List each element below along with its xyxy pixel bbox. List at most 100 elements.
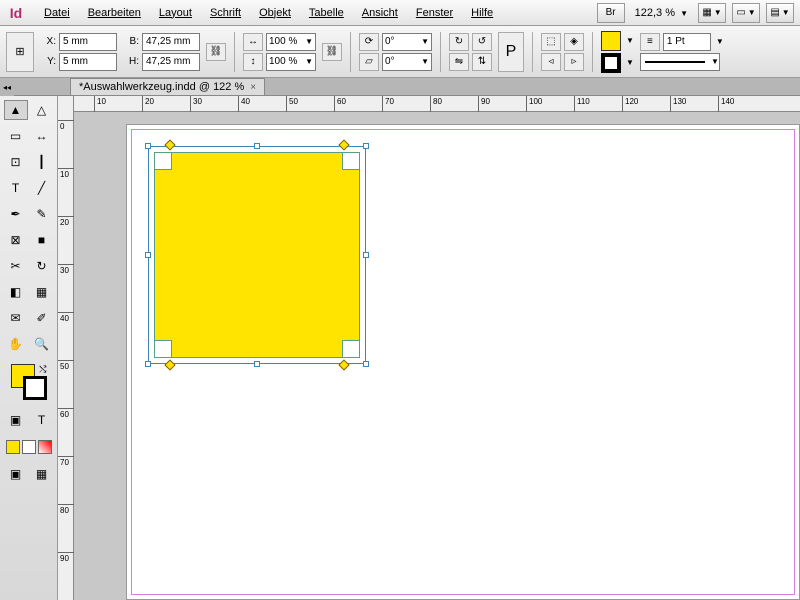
handle-bl[interactable] [145,361,151,367]
flip-v-icon[interactable]: ⇅ [472,53,492,71]
close-tab-icon[interactable]: × [250,82,256,93]
hruler-label: 100 [529,97,542,106]
color-chip-c[interactable] [38,440,52,454]
constrain-scale-icon[interactable]: ⛓ [322,43,342,61]
vertical-ruler[interactable]: 0102030405060708090 [58,96,74,600]
vruler-label: 10 [60,170,69,179]
scale-y-input[interactable]: 100 %▼ [266,53,316,71]
flip-h-icon[interactable]: ⇋ [449,53,469,71]
menu-schrift[interactable]: Schrift [202,4,249,22]
selection-tool[interactable]: ▲ [4,100,28,120]
vruler-label: 80 [60,506,69,515]
color-chip-b[interactable] [22,440,36,454]
bridge-button[interactable]: Br [597,3,625,23]
zoom-tool[interactable]: 🔍 [30,334,54,354]
gradient-swatch-tool[interactable]: ▦ [30,282,54,302]
pen-tool[interactable]: ✒ [4,204,28,224]
type-tool[interactable]: T [4,178,28,198]
vruler-label: 50 [60,362,69,371]
color-chip-a[interactable] [6,440,20,454]
fill-stroke-control[interactable]: ⤭ [11,364,47,400]
hruler-label: 110 [577,97,590,106]
color-strip [6,440,52,454]
hruler-label: 80 [433,97,442,106]
handle-ml[interactable] [145,252,151,258]
selected-object-frame[interactable] [148,146,366,364]
note-tool[interactable]: ✉ [4,308,28,328]
screen-mode-button[interactable]: ▭▼ [732,3,760,23]
zoom-display[interactable]: 122,3 % ▼ [629,7,694,19]
stroke-weight-input[interactable] [663,33,711,51]
vruler-label: 30 [60,266,69,275]
x-input[interactable] [59,33,117,51]
menu-objekt[interactable]: Objekt [251,4,299,22]
eyedropper-tool[interactable]: ✐ [30,308,54,328]
w-input[interactable] [142,33,200,51]
vruler-label: 0 [60,122,64,131]
stroke-dropdown-icon[interactable]: ▼ [626,58,634,67]
page-tool[interactable]: ▭ [4,126,28,146]
fill-dropdown-icon[interactable]: ▼ [626,36,634,45]
stroke-swatch[interactable] [601,53,621,73]
rect-tool[interactable]: ■ [30,230,54,250]
document-tab[interactable]: *Auswahlwerkzeug.indd @ 122 % × [70,78,265,95]
rotate-cw-icon[interactable]: ↻ [449,33,469,51]
handle-tm[interactable] [254,143,260,149]
control-bar: ⊞ X: Y: B: H: ⛓ ↔100 %▼ ↕100 %▼ ⛓ ⟳0°▼ ▱… [0,26,800,78]
handle-bm[interactable] [254,361,260,367]
select-container-icon[interactable]: ⬚ [541,33,561,51]
normal-view-icon[interactable]: ▣ [4,464,28,484]
content-tool[interactable]: ⊡ [4,152,28,172]
handle-tl[interactable] [145,143,151,149]
rect-frame-tool[interactable]: ⊠ [4,230,28,250]
y-input[interactable] [59,53,117,71]
gradient-tool[interactable]: ◧ [4,282,28,302]
menu-tabelle[interactable]: Tabelle [301,4,352,22]
select-next-icon[interactable]: ▹ [564,53,584,71]
rotate-input[interactable]: 0°▼ [382,33,432,51]
vruler-label: 90 [60,554,69,563]
scissors-tool[interactable]: ✂ [4,256,28,276]
transform-tool[interactable]: ↻ [30,256,54,276]
select-prev-icon[interactable]: ◃ [541,53,561,71]
hand-tool[interactable]: ✋ [4,334,28,354]
view-options-button[interactable]: ▦▼ [698,3,726,23]
y-label: Y: [40,56,56,67]
workspace: ▲△ ▭↔ ⊡┃ T╱ ✒✎ ⊠■ ✂↻ ◧▦ ✉✐ ✋🔍 ⤭ ▣T ▣▦ 01… [0,96,800,600]
rotate-ccw-icon[interactable]: ↺ [472,33,492,51]
line-tool[interactable]: ╱ [30,178,54,198]
hruler-label: 50 [289,97,298,106]
reference-point-icon[interactable]: ⊞ [6,32,34,72]
handle-br[interactable] [363,361,369,367]
menu-hilfe[interactable]: Hilfe [463,4,501,22]
stroke-style-dropdown[interactable]: ▼ [640,53,720,71]
constrain-wh-icon[interactable]: ⛓ [206,43,226,61]
direct-selection-tool[interactable]: △ [30,100,54,120]
preview-view-icon[interactable]: ▦ [30,464,54,484]
hruler-label: 70 [385,97,394,106]
gap-tool[interactable]: ↔ [30,126,54,146]
select-content-icon[interactable]: ◈ [564,33,584,51]
handle-tr[interactable] [363,143,369,149]
pencil-tool[interactable]: ✎ [30,204,54,224]
w-label: B: [123,36,139,47]
h-input[interactable] [142,53,200,71]
swap-fill-stroke-icon[interactable]: ⤭ [39,364,46,375]
canvas-area[interactable]: 0102030405060708090 10203040506070809010… [58,96,800,600]
menu-datei[interactable]: Datei [36,4,78,22]
apply-text-icon[interactable]: T [30,410,54,430]
ruler-tool[interactable]: ┃ [30,152,54,172]
menu-fenster[interactable]: Fenster [408,4,461,22]
menu-bearbeiten[interactable]: Bearbeiten [80,4,149,22]
horizontal-ruler[interactable]: 102030405060708090100110120130140 [74,96,800,112]
scale-x-input[interactable]: 100 %▼ [266,33,316,51]
handle-mr[interactable] [363,252,369,258]
arrange-button[interactable]: ▤▼ [766,3,794,23]
apply-container-icon[interactable]: ▣ [4,410,28,430]
fill-swatch[interactable] [601,31,621,51]
shear-input[interactable]: 0°▼ [382,53,432,71]
menu-ansicht[interactable]: Ansicht [354,4,406,22]
collapse-handle[interactable]: ◂◂ [0,78,14,96]
menu-layout[interactable]: Layout [151,4,200,22]
toolbox-stroke-swatch[interactable] [23,376,47,400]
